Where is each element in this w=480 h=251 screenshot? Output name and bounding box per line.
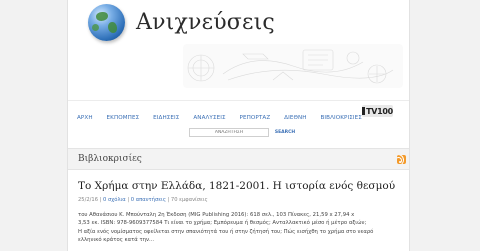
section-title: Βιβλιοκρισίες — [78, 154, 142, 164]
nav-item-news[interactable]: ΕΙΔΗΣΕΙΣ — [153, 115, 179, 121]
excerpt-line: του Αθανάσιου Κ. Μπούνταλη 2η Έκδοση (MI… — [78, 212, 355, 218]
tv100-logo[interactable]: TV100 — [362, 105, 393, 117]
nav-item-reports[interactable]: ΡΕΠΟΡΤΑΖ — [240, 115, 271, 121]
banner-illustration — [183, 44, 403, 88]
excerpt-line: Η αξία ενός νομίσματος οφείλεται στην σπ… — [78, 228, 374, 235]
site-header: Ανιχνεύσεις — [68, 0, 409, 97]
article-excerpt: του Αθανάσιου Κ. Μπούνταλη 2η Έκδοση (MI… — [78, 211, 403, 244]
page-container: Ανιχνεύσεις ΑΡΧΗ ΕΚΠΟΜΠΕΣ ΕΙΔΗΣΕΙΣ ΑΝΑΛΥ… — [67, 0, 410, 251]
nav-item-analyses[interactable]: ΑΝΑΛΥΣΕΙΣ — [193, 115, 225, 121]
article-title[interactable]: Το Χρήμα στην Ελλάδα, 1821-2001. Η ιστορ… — [78, 180, 403, 192]
replies-link[interactable]: 0 απαντήσεις — [131, 197, 166, 203]
nav-item-home[interactable]: ΑΡΧΗ — [77, 115, 93, 121]
site-title[interactable]: Ανιχνεύσεις — [136, 10, 275, 35]
main-navigation: ΑΡΧΗ ΕΚΠΟΜΠΕΣ ΕΙΔΗΣΕΙΣ ΑΝΑΛΥΣΕΙΣ ΡΕΠΟΡΤΑ… — [68, 100, 409, 146]
views-count: 70 εμφανίσεις — [170, 197, 208, 203]
rss-icon[interactable] — [397, 155, 406, 164]
nav-item-shows[interactable]: ΕΚΠΟΜΠΕΣ — [107, 115, 140, 121]
section-header: Βιβλιοκρισίες — [68, 148, 409, 170]
nav-item-book-reviews[interactable]: ΒΙΒΛΙΟΚΡΙΣΙΕΣ — [320, 115, 361, 121]
globe-logo-icon[interactable] — [88, 4, 125, 41]
article-date: 25/2/16 — [78, 197, 98, 203]
excerpt-line: ελληνικό κράτος κατά την... — [78, 236, 155, 243]
nav-item-international[interactable]: ΔΙΕΘΝΗ — [284, 115, 306, 121]
search-input[interactable] — [189, 128, 269, 137]
comments-link[interactable]: 0 σχόλια — [103, 197, 126, 203]
article-meta: 25/2/16 | 0 σχόλια | 0 απαντήσεις | 70 ε… — [78, 197, 403, 203]
search-button[interactable]: SEARCH — [274, 128, 296, 137]
tv-logo-icon — [362, 107, 366, 115]
excerpt-line: 3,53 εκ. ISBN: 978-9609377584 Τι είναι τ… — [78, 220, 367, 227]
